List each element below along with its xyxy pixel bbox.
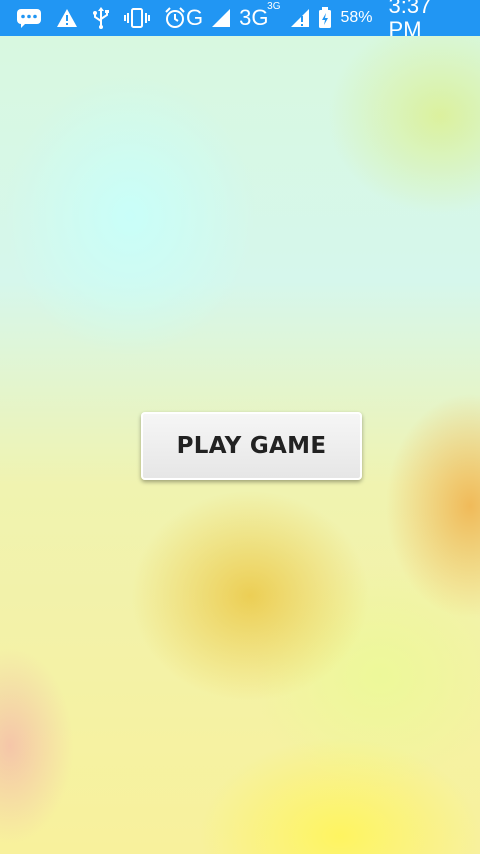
play-game-button-label: PLAY GAME xyxy=(176,433,327,459)
alarm-icon xyxy=(164,6,186,30)
network-type-label: G xyxy=(186,5,204,30)
network-type-3g-superscript: 3G xyxy=(267,1,281,12)
signal-strength-icon xyxy=(211,6,231,30)
vibrate-icon xyxy=(124,6,150,30)
network-type-3g: 3G 3G xyxy=(239,1,281,30)
play-game-button[interactable]: PLAY GAME xyxy=(141,412,362,480)
battery-charging-icon xyxy=(318,6,332,30)
warning-icon xyxy=(56,6,78,30)
battery-percentage: 58% xyxy=(340,9,373,26)
game-screen: G 3G 3G 58% 3:37 PM PLAY GAME xyxy=(0,0,480,854)
status-bar-notifications xyxy=(16,6,186,30)
usb-icon xyxy=(92,6,110,30)
signal-strength-icon-2 xyxy=(290,6,310,30)
status-bar: G 3G 3G 58% 3:37 PM xyxy=(0,0,480,42)
chat-bubble-icon xyxy=(16,6,42,30)
